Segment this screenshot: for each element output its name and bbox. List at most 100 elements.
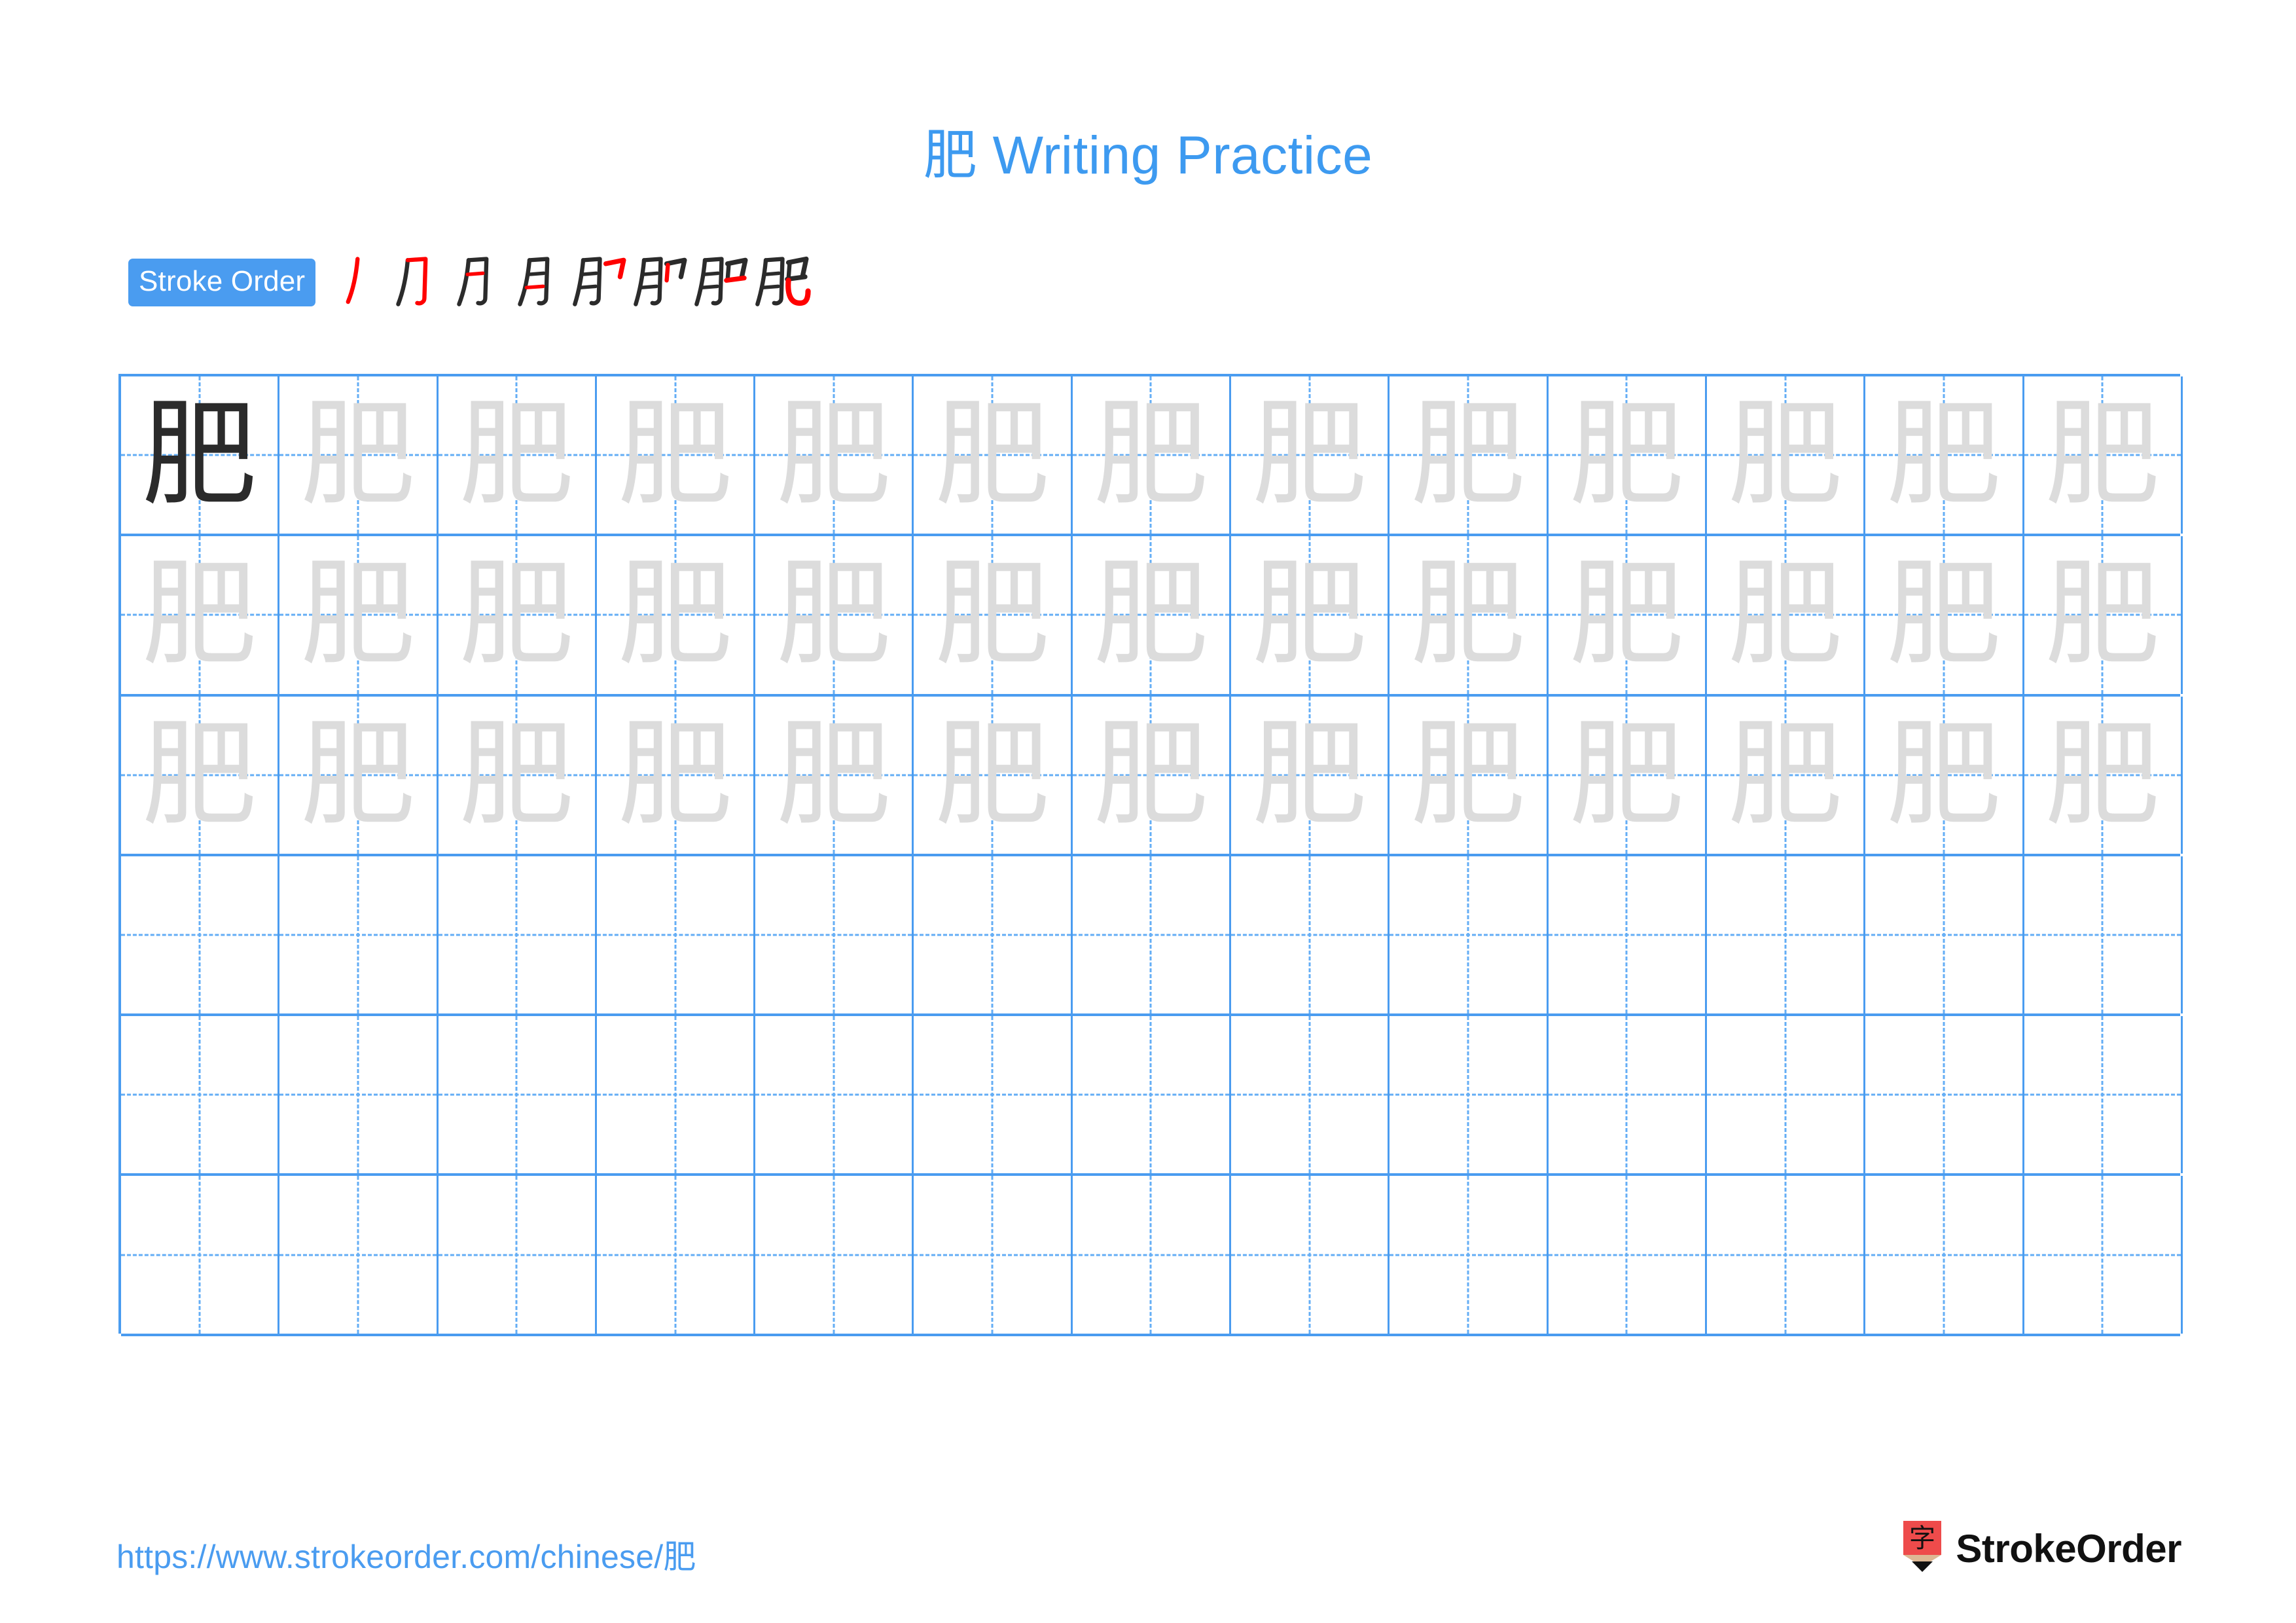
grid-cell[interactable]: 肥	[597, 376, 756, 534]
grid-cell[interactable]: 肥	[914, 696, 1073, 854]
grid-cell[interactable]	[279, 1176, 439, 1334]
grid-cell[interactable]	[2024, 1016, 2183, 1174]
grid-cell[interactable]	[1231, 1176, 1390, 1334]
trace-character: 肥	[935, 388, 1050, 522]
grid-cell[interactable]	[1231, 1016, 1390, 1174]
trace-character: 肥	[141, 547, 257, 682]
grid-cell[interactable]	[439, 856, 597, 1014]
stroke-step-2	[387, 249, 448, 315]
grid-cell[interactable]: 肥	[914, 536, 1073, 694]
grid-cell[interactable]: 肥	[1707, 376, 1866, 534]
grid-cell[interactable]	[597, 856, 756, 1014]
grid-cell[interactable]	[755, 1176, 914, 1334]
trace-character: 肥	[1886, 707, 2001, 842]
grid-cell[interactable]	[1865, 1176, 2024, 1334]
grid-cell[interactable]	[1865, 856, 2024, 1014]
grid-cell[interactable]: 肥	[439, 536, 597, 694]
grid-cell[interactable]: 肥	[755, 696, 914, 854]
trace-character: 肥	[617, 707, 733, 842]
grid-cell[interactable]: 肥	[1549, 536, 1707, 694]
grid-row: 肥肥肥肥肥肥肥肥肥肥肥肥肥	[121, 536, 2183, 697]
grid-cell[interactable]: 肥	[279, 376, 439, 534]
grid-cell[interactable]	[1073, 1016, 1232, 1174]
grid-cell[interactable]	[914, 1176, 1073, 1334]
grid-cell[interactable]: 肥	[1390, 376, 1549, 534]
grid-cell[interactable]: 肥	[121, 696, 280, 854]
grid-cell[interactable]: 肥	[439, 696, 597, 854]
grid-cell[interactable]: 肥	[755, 536, 914, 694]
grid-cell[interactable]: 肥	[1865, 536, 2024, 694]
grid-cell[interactable]: 肥	[2024, 536, 2183, 694]
grid-cell[interactable]: 肥	[439, 376, 597, 534]
grid-cell[interactable]	[279, 1016, 439, 1174]
grid-cell[interactable]	[597, 1016, 756, 1174]
grid-cell[interactable]: 肥	[1231, 536, 1390, 694]
grid-cell[interactable]	[121, 1016, 280, 1174]
grid-row	[121, 1016, 2183, 1176]
grid-cell[interactable]	[1073, 1176, 1232, 1334]
grid-cell[interactable]: 肥	[279, 696, 439, 854]
grid-cell[interactable]: 肥	[1390, 696, 1549, 854]
trace-character: 肥	[1093, 547, 1209, 682]
grid-cell[interactable]: 肥	[2024, 376, 2183, 534]
grid-cell[interactable]	[755, 1016, 914, 1174]
trace-character: 肥	[141, 707, 257, 842]
grid-cell[interactable]	[279, 856, 439, 1014]
grid-cell[interactable]: 肥	[597, 696, 756, 854]
grid-row	[121, 1176, 2183, 1336]
stroke-step-4	[509, 249, 569, 315]
grid-cell[interactable]	[439, 1016, 597, 1174]
grid-cell[interactable]: 肥	[1549, 376, 1707, 534]
stroke-step-3	[448, 249, 509, 315]
grid-cell[interactable]: 肥	[1073, 376, 1232, 534]
grid-row: 肥肥肥肥肥肥肥肥肥肥肥肥肥	[121, 696, 2183, 856]
grid-cell[interactable]	[439, 1176, 597, 1334]
grid-cell[interactable]: 肥	[1707, 696, 1866, 854]
grid-cell[interactable]: 肥	[279, 536, 439, 694]
grid-cell[interactable]	[121, 856, 280, 1014]
grid-cell[interactable]	[1549, 856, 1707, 1014]
grid-cell[interactable]	[1073, 856, 1232, 1014]
brand-logo[interactable]: 字 StrokeOrder	[1901, 1519, 2181, 1578]
grid-cell[interactable]	[914, 856, 1073, 1014]
grid-cell[interactable]: 肥	[1231, 696, 1390, 854]
trace-character: 肥	[1886, 388, 2001, 522]
trace-character: 肥	[776, 547, 891, 682]
grid-cell[interactable]	[1549, 1016, 1707, 1174]
grid-cell[interactable]	[1390, 1016, 1549, 1174]
grid-cell[interactable]: 肥	[597, 536, 756, 694]
grid-cell[interactable]	[1549, 1176, 1707, 1334]
grid-cell[interactable]	[1865, 1016, 2024, 1174]
grid-cell[interactable]: 肥	[2024, 696, 2183, 854]
source-url-hanzi: 肥	[663, 1538, 696, 1576]
grid-cell[interactable]	[597, 1176, 756, 1334]
grid-cell[interactable]: 肥	[1707, 536, 1866, 694]
grid-cell[interactable]: 肥	[1865, 696, 2024, 854]
grid-cell[interactable]	[914, 1016, 1073, 1174]
trace-character: 肥	[1727, 707, 1843, 842]
grid-cell[interactable]: 肥	[755, 376, 914, 534]
grid-cell[interactable]	[121, 1176, 280, 1334]
grid-cell[interactable]	[2024, 856, 2183, 1014]
trace-character: 肥	[1886, 547, 2001, 682]
grid-cell[interactable]: 肥	[1073, 536, 1232, 694]
trace-character: 肥	[1093, 707, 1209, 842]
grid-cell[interactable]: 肥	[1073, 696, 1232, 854]
grid-cell[interactable]: 肥	[1390, 536, 1549, 694]
grid-cell[interactable]	[1707, 1016, 1866, 1174]
grid-cell[interactable]	[1707, 856, 1866, 1014]
grid-cell[interactable]: 肥	[121, 536, 280, 694]
grid-cell[interactable]	[755, 856, 914, 1014]
grid-cell[interactable]	[1707, 1176, 1866, 1334]
grid-cell[interactable]: 肥	[121, 376, 280, 534]
source-url[interactable]: https://www.strokeorder.com/chinese/肥	[117, 1531, 696, 1578]
grid-cell[interactable]: 肥	[1231, 376, 1390, 534]
trace-character: 肥	[300, 707, 416, 842]
grid-cell[interactable]: 肥	[1549, 696, 1707, 854]
grid-cell[interactable]	[1390, 1176, 1549, 1334]
grid-cell[interactable]	[1390, 856, 1549, 1014]
grid-cell[interactable]	[2024, 1176, 2183, 1334]
grid-cell[interactable]: 肥	[1865, 376, 2024, 534]
grid-cell[interactable]	[1231, 856, 1390, 1014]
grid-cell[interactable]: 肥	[914, 376, 1073, 534]
